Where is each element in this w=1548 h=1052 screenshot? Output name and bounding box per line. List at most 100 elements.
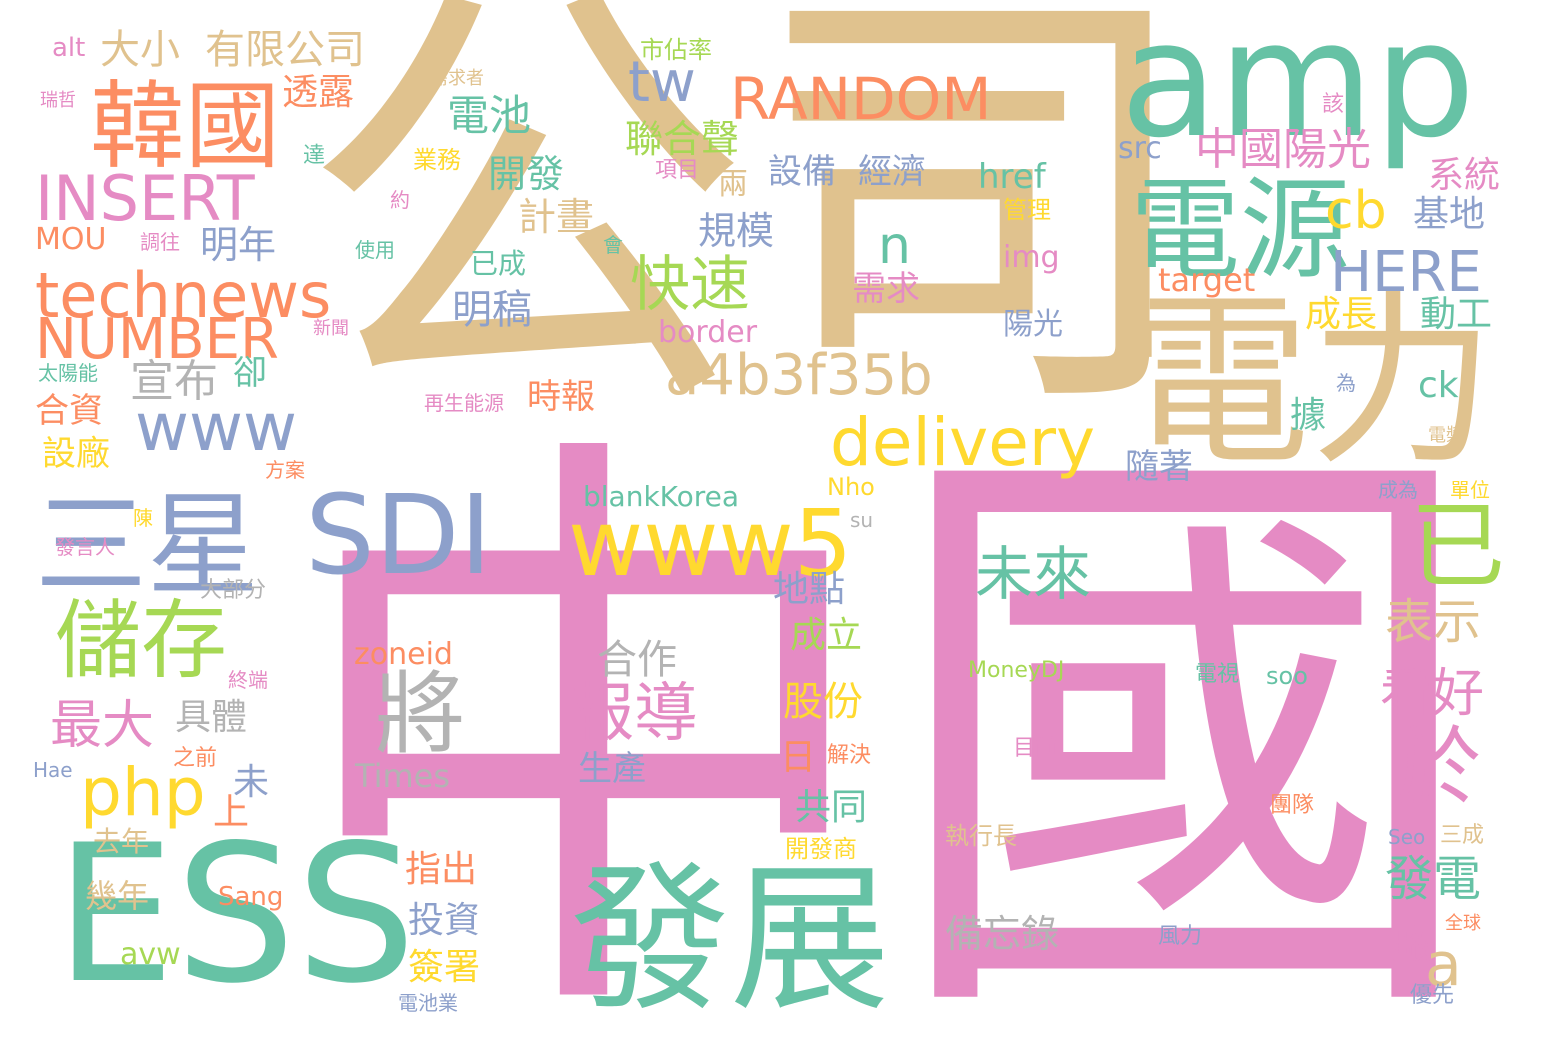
word-su: su	[850, 508, 874, 532]
word-最大: 最大	[50, 696, 155, 756]
word-img: img	[1003, 240, 1060, 275]
word-合作: 合作	[597, 637, 677, 683]
word-已: 已	[1410, 492, 1506, 602]
word-已成: 已成	[470, 247, 527, 280]
word-目前: 目前	[1013, 736, 1058, 761]
word-三成: 三成	[1440, 823, 1485, 848]
word-基地: 基地	[1413, 194, 1486, 235]
word-avw: avw	[120, 937, 181, 972]
word-共同: 共同	[795, 787, 868, 828]
word-href: href	[978, 157, 1046, 197]
word-MOU: MOU	[35, 222, 107, 257]
word-SDI: SDI	[305, 471, 492, 599]
word-成為: 成為	[1378, 478, 1418, 502]
word-Seo: Seo	[1388, 825, 1426, 849]
word-合資: 合資	[35, 391, 103, 431]
word-未: 未	[233, 762, 270, 803]
word-太陽能: 太陽能	[38, 361, 98, 385]
word-風力: 風力	[1158, 924, 1203, 949]
word-RANDOM: RANDOM	[730, 65, 992, 133]
word-動工: 動工	[1420, 294, 1493, 335]
word-投資: 投資	[408, 900, 481, 941]
word-業務: 業務	[413, 146, 461, 174]
word-管理: 管理	[1003, 196, 1051, 224]
word-時報: 時報	[527, 377, 595, 417]
word-透露: 透露	[282, 72, 355, 113]
word-大小: 大小	[100, 27, 180, 73]
word-全球: 全球	[1445, 913, 1481, 934]
word-電池: 電池	[447, 91, 532, 140]
word-成長: 成長	[1305, 294, 1378, 335]
word-會: 會	[603, 233, 623, 257]
word-電池業: 電池業	[398, 991, 458, 1015]
word-股份: 股份	[783, 679, 863, 725]
word-INSERT: INSERT	[35, 162, 255, 235]
word-指出: 指出	[405, 849, 478, 890]
word-看好: 看好	[1380, 664, 1485, 724]
word-日: 日	[780, 737, 817, 778]
word-備忘錄: 備忘錄	[945, 912, 1060, 956]
word-解決: 解決	[827, 743, 872, 768]
word-達: 達	[299, 143, 324, 165]
word-有限公司: 有限公司	[205, 27, 365, 73]
word-明稿: 明稿	[452, 287, 532, 333]
word-需求: 需求	[852, 269, 920, 309]
word-zoneid: zoneid	[354, 637, 453, 672]
word-Nho: Nho	[827, 473, 875, 501]
word-規模: 規模	[698, 209, 775, 253]
word-Times: Times	[355, 757, 450, 795]
word-發電: 發電	[1385, 851, 1482, 907]
word-Hae: Hae	[33, 758, 73, 782]
word-計畫: 計畫	[518, 195, 595, 239]
word-項目: 項目	[655, 158, 700, 183]
word-大部分: 大部分	[200, 578, 267, 603]
word-經濟: 經濟	[858, 152, 926, 192]
word-blankKorea: blankKorea	[583, 480, 740, 513]
word-再生能源: 再生能源	[424, 391, 504, 415]
word-delivery: delivery	[830, 404, 1096, 481]
word-Sang: Sang	[218, 882, 284, 912]
word-團隊: 團隊	[1270, 793, 1315, 818]
word-使用: 使用	[355, 238, 395, 262]
word-於: 於	[1395, 718, 1481, 818]
word-調往: 調往	[140, 230, 180, 254]
word-明年: 明年	[200, 223, 277, 267]
word-宣布: 宣布	[130, 356, 218, 407]
word-約: 約	[390, 188, 410, 212]
word-電視: 電視	[1195, 662, 1240, 687]
word-優先: 優先	[1410, 983, 1455, 1008]
word-終端: 終端	[228, 668, 268, 692]
word-報導: 報導	[570, 677, 698, 751]
word-方案: 方案	[265, 458, 305, 482]
word-該: 該	[1322, 92, 1345, 117]
word-地點: 地點	[773, 569, 846, 610]
word-soo: soo	[1266, 662, 1308, 690]
word-新聞: 新聞	[313, 318, 349, 339]
word-alt: alt	[52, 33, 86, 63]
word-簽署: 簽署	[408, 947, 481, 988]
word-將: 將	[375, 662, 465, 767]
word-聯合聲: 聯合聲	[625, 117, 740, 161]
word-表示: 表示	[1385, 594, 1482, 650]
word-發言人: 發言人	[55, 535, 115, 559]
word-隨著: 隨著	[1125, 447, 1193, 487]
word-開發: 開發	[488, 152, 565, 196]
word-未來: 未來	[975, 540, 1092, 608]
word-之前: 之前	[173, 746, 218, 771]
word-border: border	[658, 315, 758, 350]
word-n: n	[878, 216, 911, 276]
word-MoneyDJ: MoneyDJ	[968, 658, 1065, 683]
word-韓國: 韓國	[90, 72, 281, 182]
word-快速: 快速	[630, 250, 750, 320]
word-幾年: 幾年	[85, 877, 150, 915]
word-ck: ck	[1418, 365, 1459, 406]
word-開發商: 開發商	[785, 835, 857, 863]
word-HERE: HERE	[1330, 240, 1482, 305]
word-設備: 設備	[768, 152, 836, 192]
word-陳: 陳	[133, 506, 153, 530]
word-具體: 具體	[175, 697, 248, 738]
word-成立: 成立	[790, 615, 863, 656]
word-a4b3f35b: a4b3f35b	[665, 343, 933, 408]
word-系統: 系統	[1428, 155, 1501, 196]
word-據: 據	[1290, 395, 1327, 436]
